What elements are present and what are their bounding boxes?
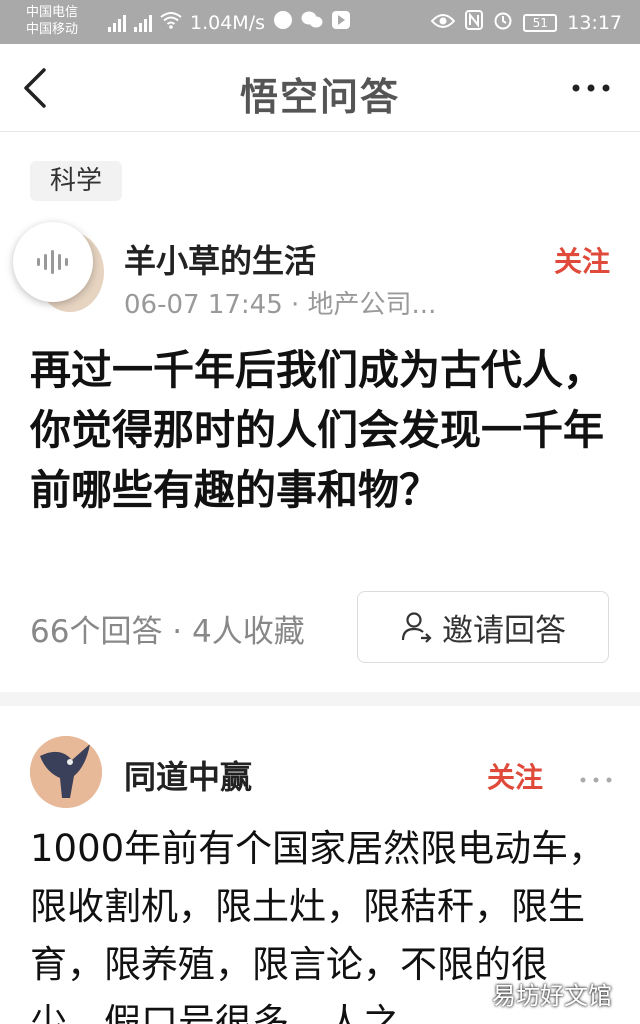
more-dots-icon [580, 777, 612, 783]
question-stats: 66个回答 · 4人收藏 [30, 614, 305, 650]
carrier-2: 中国移动 [26, 22, 79, 37]
app-notification-icon [273, 10, 293, 35]
more-dots-icon [572, 84, 610, 92]
status-bar: 中国电信 中国移动 1.04M/s 51 13:17 [0, 0, 640, 44]
invite-answer-label: 邀请回答 [442, 612, 566, 649]
question-author-name[interactable]: 羊小草的生活 [124, 236, 316, 282]
watermark: 易坊好文馆 [492, 982, 612, 1010]
alarm-icon [493, 10, 513, 35]
wifi-icon [160, 11, 182, 34]
follow-button[interactable]: 关注 [554, 240, 610, 280]
answer-author-avatar[interactable] [30, 736, 102, 808]
more-button[interactable] [566, 70, 616, 106]
nav-bar: 悟空问答 [0, 44, 640, 132]
status-left: 1.04M/s [108, 10, 351, 35]
audio-wave-icon [37, 250, 68, 274]
answer-follow-button[interactable]: 关注 [487, 756, 543, 796]
eagle-avatar-image [30, 736, 102, 808]
question-meta: 06-07 17:45 · 地产公司... [124, 290, 437, 320]
section-divider [0, 692, 640, 706]
question-title: 再过一千年后我们成为古代人，你觉得那时的人们会发现一千年前哪些有趣的事和物？ [30, 346, 604, 514]
answer-more-button[interactable] [578, 770, 614, 783]
audio-play-button[interactable] [13, 222, 93, 302]
signal-icon [108, 14, 126, 32]
status-right: 51 13:17 [430, 10, 622, 35]
nfc-icon [465, 10, 484, 35]
page-title: 悟空问答 [239, 75, 400, 119]
carrier-info: 中国电信 中国移动 [26, 4, 78, 38]
video-app-icon [331, 10, 351, 35]
invite-user-icon [401, 612, 432, 643]
answer-author-name[interactable]: 同道中赢 [124, 752, 252, 798]
network-speed: 1.04M/s [190, 11, 265, 34]
clock: 13:17 [567, 11, 622, 34]
carrier-1: 中国电信 [26, 5, 79, 20]
wechat-icon [301, 10, 323, 35]
eye-comfort-icon [430, 12, 456, 34]
battery-icon: 51 [523, 13, 558, 32]
signal-icon [134, 14, 152, 32]
invite-answer-button[interactable]: 邀请回答 [357, 591, 609, 663]
category-tag[interactable]: 科学 [30, 161, 123, 201]
